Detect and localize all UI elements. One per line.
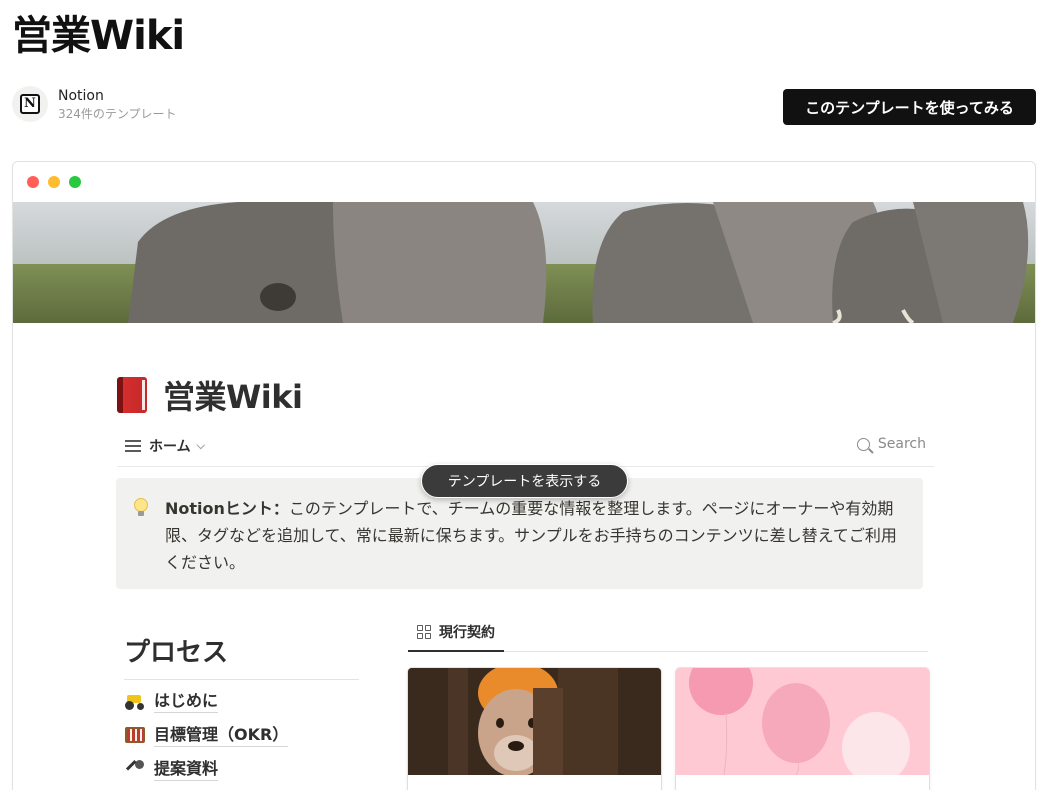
process-heading: プロセス bbox=[124, 632, 359, 680]
gallery-card[interactable] bbox=[676, 668, 929, 790]
card-cover-image bbox=[408, 668, 661, 777]
template-preview-window: 営業Wiki ホーム ⌵ Search テンプレートを表示する Notionヒン… bbox=[12, 161, 1036, 790]
chevron-down-icon: ⌵ bbox=[196, 439, 205, 452]
elephants-cover-illustration bbox=[13, 202, 1035, 323]
window-controls bbox=[27, 176, 81, 188]
process-section: プロセス はじめに 目標管理（OKR） 提案資料 bbox=[124, 632, 359, 782]
process-link-intro[interactable]: はじめに bbox=[124, 688, 359, 714]
view-label: ホーム bbox=[149, 439, 191, 455]
process-link-label: 提案資料 bbox=[154, 758, 219, 781]
doc-title: 営業Wiki bbox=[117, 372, 303, 418]
author-template-count: 324件のテンプレート bbox=[58, 107, 177, 121]
minimize-dot-icon bbox=[48, 176, 60, 188]
microphone-icon bbox=[124, 759, 146, 779]
process-link-proposals[interactable]: 提案資料 bbox=[124, 756, 359, 782]
card-cover-image bbox=[676, 668, 929, 784]
process-link-okr[interactable]: 目標管理（OKR） bbox=[124, 722, 359, 748]
red-book-icon bbox=[117, 377, 147, 413]
search-button[interactable]: Search bbox=[856, 436, 926, 452]
database-tabs: 現行契約 bbox=[408, 614, 928, 652]
notion-logo-glyph: N bbox=[20, 94, 40, 114]
pink-balloons-photo bbox=[676, 668, 929, 784]
process-link-label: 目標管理（OKR） bbox=[154, 724, 289, 747]
tab-current-contracts[interactable]: 現行契約 bbox=[408, 614, 504, 652]
use-template-button[interactable]: このテンプレートを使ってみる bbox=[783, 89, 1036, 125]
list-icon bbox=[125, 439, 141, 453]
maximize-dot-icon bbox=[69, 176, 81, 188]
lightbulb-icon bbox=[134, 498, 148, 516]
view-bar: ホーム ⌵ Search bbox=[117, 430, 934, 467]
search-label: Search bbox=[877, 436, 926, 452]
callout-text: Notionヒント：このテンプレートで、チームの重要な情報を整理します。ページに… bbox=[165, 495, 905, 576]
cover-image bbox=[13, 202, 1035, 323]
author-text: Notion 324件のテンプレート bbox=[58, 86, 177, 122]
tractor-icon bbox=[124, 691, 146, 711]
page-title: 営業Wiki bbox=[12, 13, 185, 59]
gallery-card[interactable] bbox=[408, 668, 661, 790]
search-icon bbox=[856, 437, 870, 451]
doc-title-text: 営業Wiki bbox=[163, 378, 303, 416]
abacus-icon bbox=[124, 725, 146, 745]
close-dot-icon bbox=[27, 176, 39, 188]
dog-photo bbox=[408, 668, 661, 777]
process-link-label: はじめに bbox=[154, 690, 219, 713]
author-block[interactable]: N Notion 324件のテンプレート bbox=[12, 86, 177, 122]
notion-logo-icon: N bbox=[12, 86, 48, 122]
author-name[interactable]: Notion bbox=[58, 86, 177, 106]
view-switcher-home[interactable]: ホーム ⌵ bbox=[125, 436, 205, 456]
callout-bold-prefix: Notionヒント： bbox=[165, 499, 289, 518]
gallery-grid-icon bbox=[417, 625, 431, 639]
tab-label: 現行契約 bbox=[439, 625, 495, 641]
view-template-button[interactable]: テンプレートを表示する bbox=[421, 464, 628, 498]
